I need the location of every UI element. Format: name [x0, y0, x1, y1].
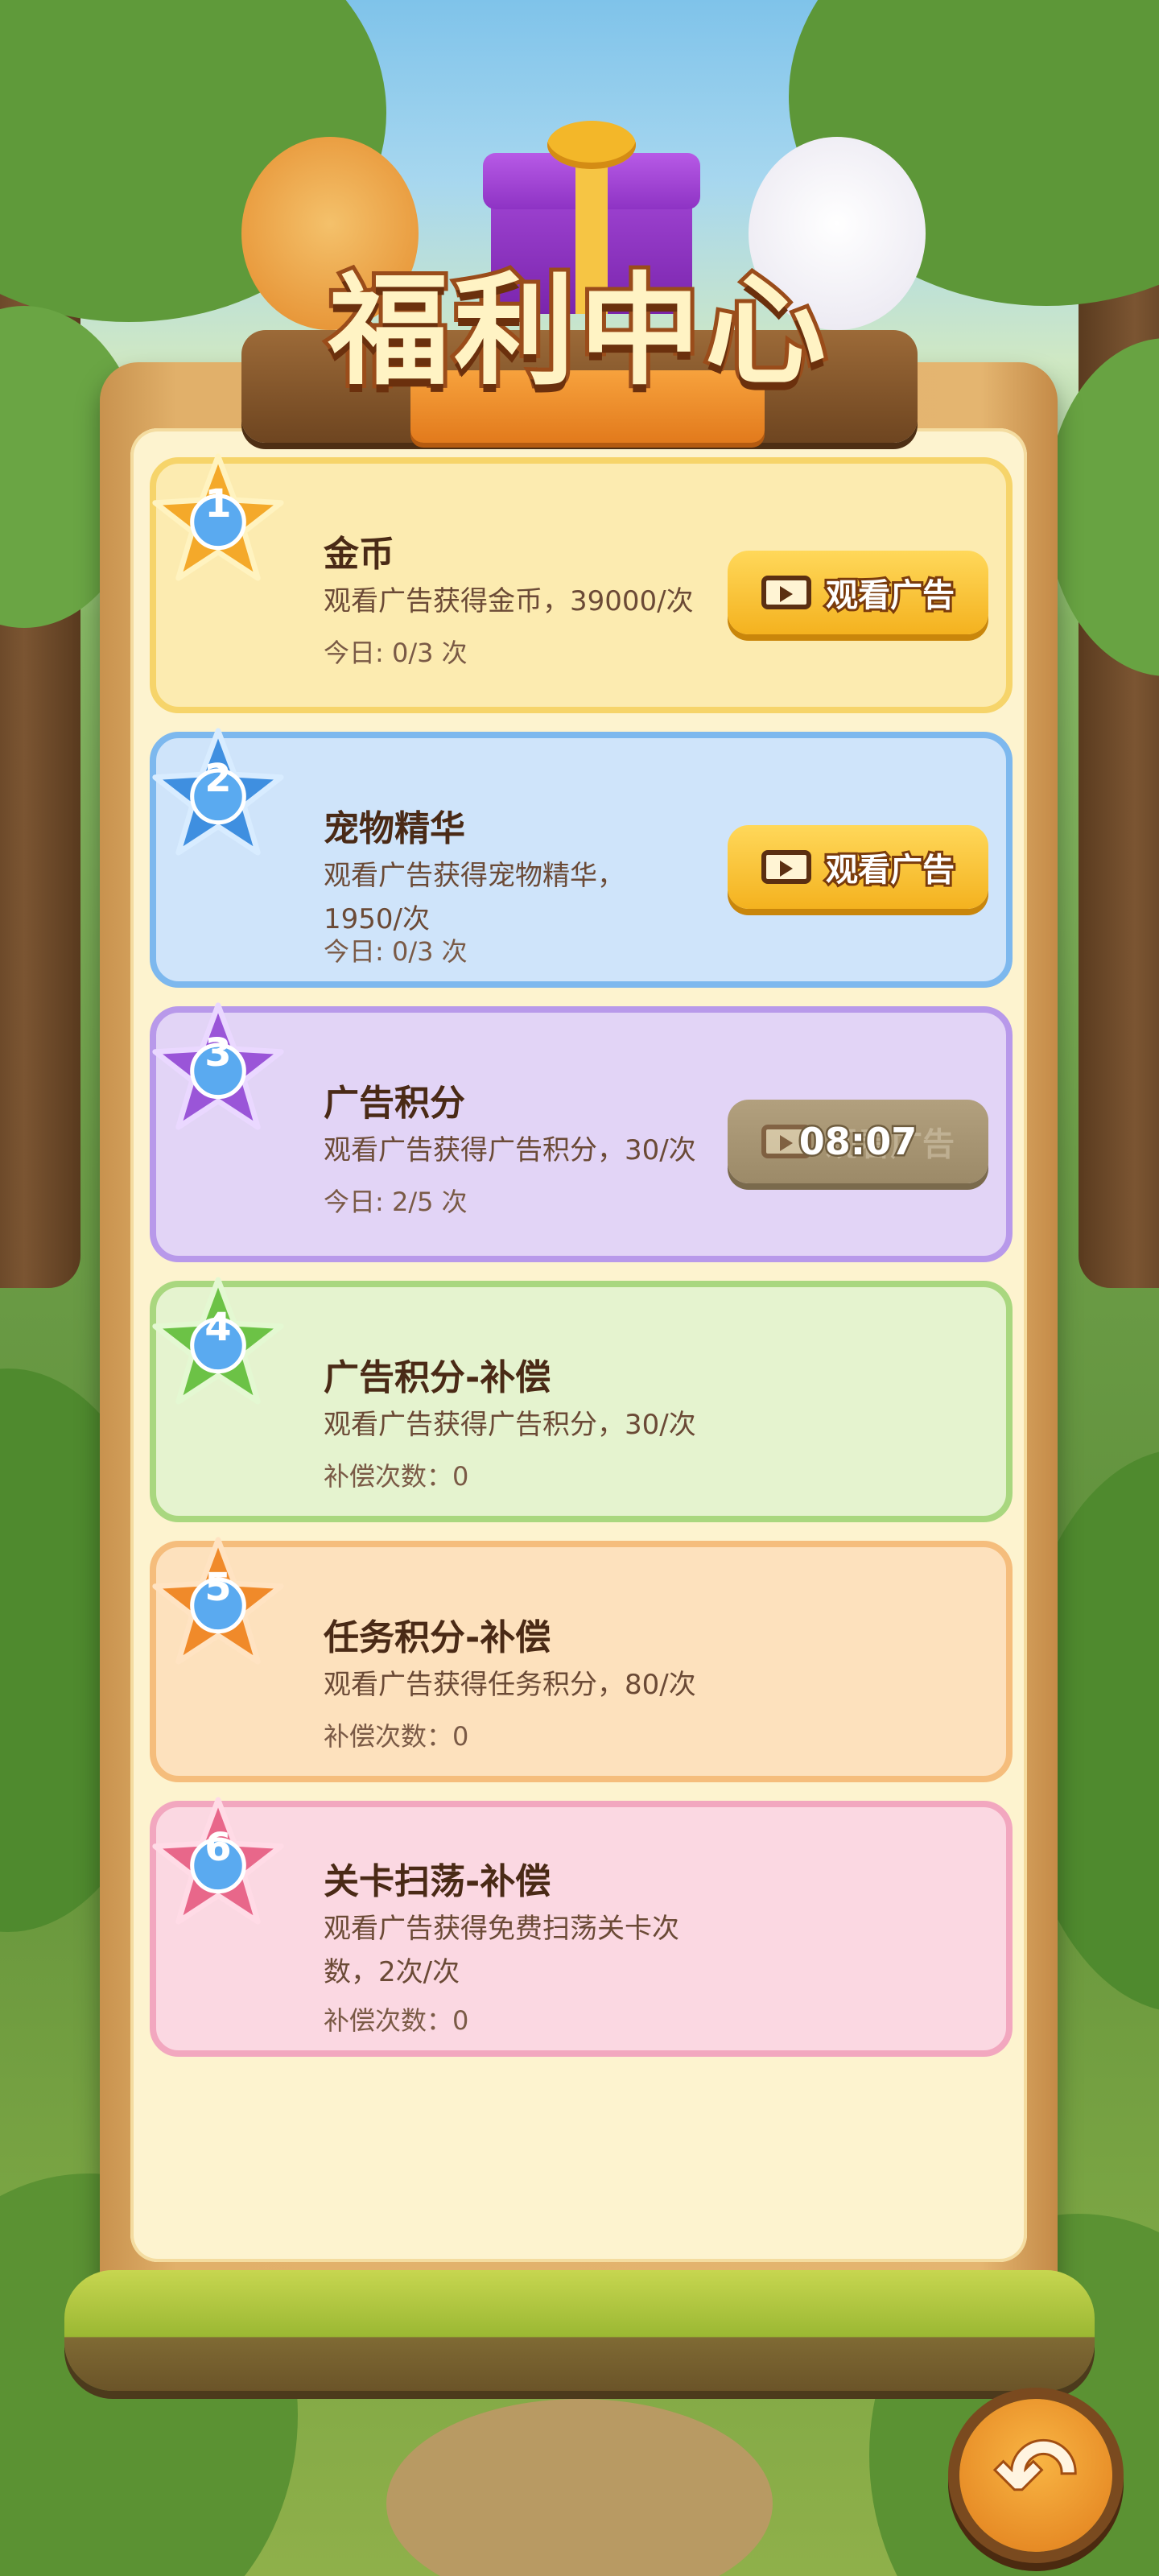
task-description: 观看广告获得广告积分，30/次 [324, 1409, 696, 1441]
task-description: 观看广告获得金币，39000/次 [324, 585, 694, 617]
task-name: 任务积分-补偿 [324, 1617, 551, 1658]
task-name: 宠物精华 [324, 808, 465, 849]
cooldown-timer: 08:07 [797, 1118, 918, 1166]
task-description: 观看广告获得任务积分，80/次 [324, 1669, 696, 1701]
task-description: 观看广告获得免费扫荡关卡次数，2次/次 [324, 1913, 679, 1988]
page-title: 福利中心 [324, 258, 831, 406]
daily-count: 今日: 2/5 次 [324, 1187, 468, 1217]
video-icon [761, 576, 811, 609]
task-index: 1 [204, 481, 232, 526]
task-name: 关卡扫荡-补偿 [324, 1861, 551, 1902]
task-name: 广告积分-补偿 [324, 1357, 551, 1398]
task-index: 3 [204, 1030, 232, 1075]
compensation-count: 补偿次数：0 [324, 1721, 469, 1752]
task-card-task-points-compensation: 5 任务积分-补偿 观看广告获得任务积分，80/次 补偿次数：0 [150, 1537, 1013, 1782]
task-description: 观看广告获得广告积分，30/次 [324, 1134, 696, 1166]
watch-ad-button[interactable]: 观看广告 [728, 551, 988, 634]
task-card-coins: 1 金币 观看广告获得金币，39000/次 今日: 0/3 次 观看广告 [150, 453, 1013, 713]
video-icon [761, 850, 811, 884]
task-card-ad-points: 3 广告积分 观看广告获得广告积分，30/次 今日: 2/5 次 观看广告 08… [150, 1002, 1013, 1262]
daily-count: 今日: 0/3 次 [324, 638, 468, 668]
task-index: 6 [204, 1825, 232, 1870]
back-arrow-icon: ↶ [993, 2419, 1079, 2531]
task-index: 5 [204, 1565, 232, 1610]
task-card-sweep-compensation: 6 关卡扫荡-补偿 观看广告获得免费扫荡关卡次数，2次/次 补偿次数：0 [150, 1797, 1013, 2057]
compensation-count: 补偿次数：0 [324, 1461, 469, 1492]
task-description: 观看广告获得宠物精华，1950/次 [324, 860, 625, 935]
task-index: 2 [204, 756, 232, 801]
grass-ledge [64, 2270, 1095, 2391]
watch-ad-label: 观看广告 [823, 575, 957, 617]
watch-ad-button[interactable]: 观看广告 [728, 825, 988, 909]
task-index: 4 [204, 1305, 232, 1350]
back-button[interactable]: ↶ [959, 2399, 1112, 2552]
task-name: 金币 [324, 534, 394, 575]
task-list: 1 金币 观看广告获得金币，39000/次 今日: 0/3 次 观看广告 2 宠… [150, 453, 1013, 2075]
watch-ad-button-cooldown: 观看广告 08:07 [728, 1100, 988, 1183]
task-card-ad-points-compensation: 4 广告积分-补偿 观看广告获得广告积分，30/次 补偿次数：0 [150, 1277, 1013, 1522]
task-name: 广告积分 [324, 1083, 465, 1124]
watch-ad-label: 观看广告 [823, 849, 957, 891]
task-card-pet-essence: 2 宠物精华 观看广告获得宠物精华，1950/次 今日: 0/3 次 观看广告 [150, 728, 1013, 988]
daily-count: 今日: 0/3 次 [324, 936, 468, 967]
compensation-count: 补偿次数：0 [324, 2005, 469, 2036]
